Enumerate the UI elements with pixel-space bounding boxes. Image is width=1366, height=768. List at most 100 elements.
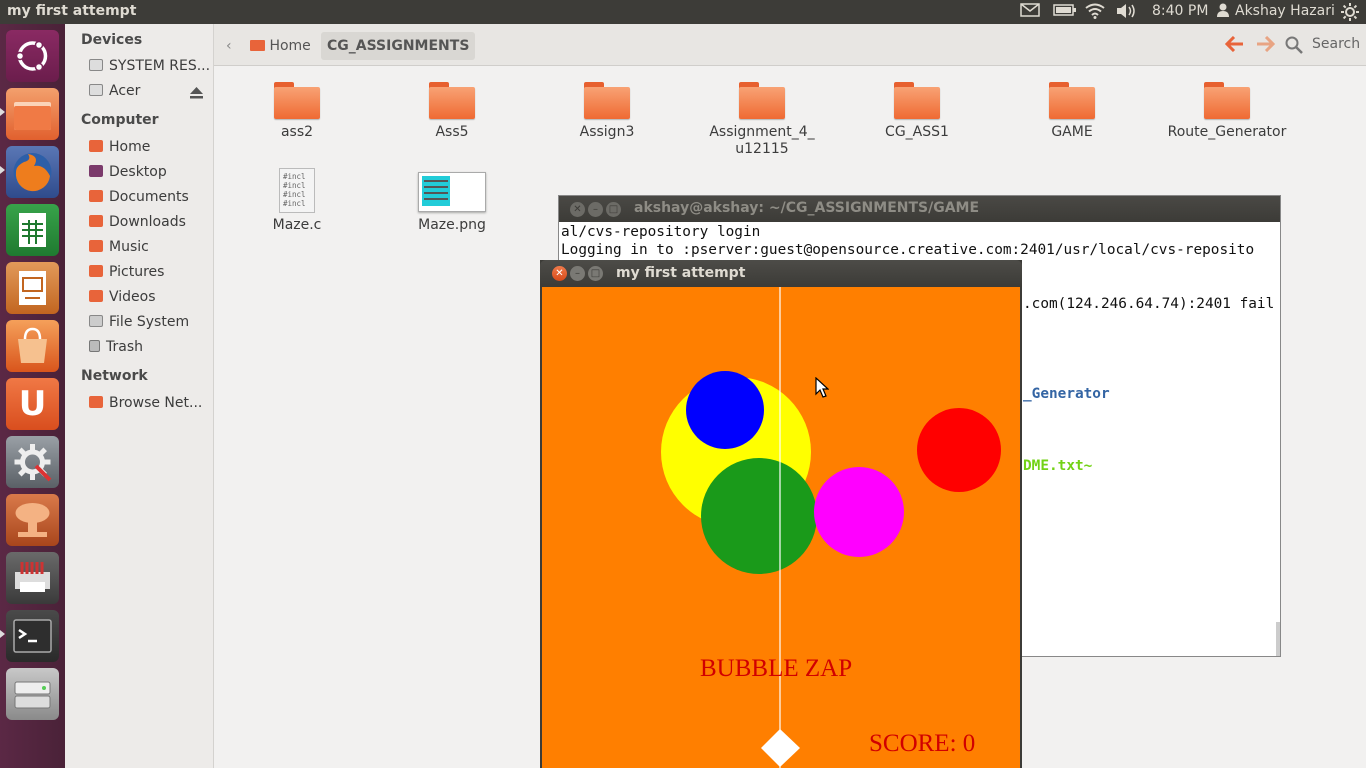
sidebar-item-browse-network[interactable]: Browse Net... xyxy=(89,395,209,415)
folder-icon xyxy=(584,82,630,119)
running-indicator xyxy=(0,108,5,116)
top-panel: my first attempt 8:40 PM Akshay Hazari xyxy=(0,0,1366,24)
crumb-cg-assignments[interactable]: CG_ASSIGNMENTS xyxy=(321,32,476,60)
drive-icon xyxy=(89,84,103,96)
volume-icon[interactable] xyxy=(1116,3,1138,23)
folder-item[interactable]: GAME xyxy=(1002,82,1142,172)
clock[interactable]: 8:40 PM xyxy=(1152,3,1208,19)
eject-icon[interactable] xyxy=(189,86,204,103)
places-sidebar: Devices SYSTEM RES... Acer Computer Home… xyxy=(65,24,214,768)
sidebar-section-network: Network xyxy=(81,368,148,384)
videos-folder-icon xyxy=(89,290,103,302)
software-center-icon[interactable] xyxy=(6,320,59,372)
sidebar-item-music[interactable]: Music xyxy=(89,239,209,259)
system-settings-icon[interactable] xyxy=(6,436,59,488)
terminal-scrollbar[interactable] xyxy=(1276,622,1280,656)
ubuntu-dash-icon[interactable] xyxy=(6,30,59,82)
game-titlebar[interactable]: ✕ – □ my first attempt xyxy=(540,260,1022,287)
mouse-pointer-icon xyxy=(815,376,830,403)
user-icon xyxy=(1217,3,1229,21)
terminal-titlebar[interactable]: ✕ – □ akshay@akshay: ~/CG_ASSIGNMENTS/GA… xyxy=(559,196,1280,222)
downloads-folder-icon xyxy=(89,215,103,227)
documents-folder-icon xyxy=(89,190,103,202)
drive-icon xyxy=(89,59,103,71)
terminal-icon[interactable] xyxy=(6,610,59,662)
folder-item[interactable]: ass2 xyxy=(227,82,367,172)
terminal-title: akshay@akshay: ~/CG_ASSIGNMENTS/GAME xyxy=(634,200,980,216)
file-preview: #incl #incl #incl #incl xyxy=(283,172,306,208)
printer-icon[interactable] xyxy=(6,552,59,604)
folder-name: CG_ASS1 xyxy=(885,124,949,140)
battery-icon[interactable] xyxy=(1053,3,1077,21)
folder-icon xyxy=(739,82,785,119)
bubble-magenta xyxy=(814,467,904,557)
folder-item[interactable]: CG_ASS1 xyxy=(847,82,987,172)
active-window-title: my first attempt xyxy=(7,3,137,19)
close-icon[interactable]: ✕ xyxy=(552,266,567,281)
file-item[interactable]: #incl #incl #incl #incl Maze.c xyxy=(227,168,367,258)
folder-name: Assignment_4_ u12115 xyxy=(709,124,815,157)
game-window[interactable]: ✕ – □ my first attempt BUBBLE ZAP SCORE:… xyxy=(540,260,1022,768)
sidebar-item-home[interactable]: Home xyxy=(89,139,209,159)
image-file-icon xyxy=(418,172,486,212)
file-item[interactable]: Maze.png xyxy=(382,168,522,258)
score-label: SCORE: 0 xyxy=(869,730,976,757)
folder-name: Ass5 xyxy=(435,124,469,140)
sidebar-item-trash[interactable]: Trash xyxy=(89,339,209,359)
sidebar-item-pictures[interactable]: Pictures xyxy=(89,264,209,284)
sidebar-item-videos[interactable]: Videos xyxy=(89,289,209,309)
minimize-icon[interactable]: – xyxy=(570,266,585,281)
search-icon[interactable] xyxy=(1285,36,1303,58)
crumb-home[interactable]: Home xyxy=(244,32,317,60)
crumb-home-label: Home xyxy=(269,38,311,54)
launcher: U xyxy=(0,24,65,768)
running-indicator xyxy=(0,166,5,174)
libreoffice-impress-icon[interactable] xyxy=(6,262,59,314)
maximize-icon[interactable]: □ xyxy=(588,266,603,281)
removable-drive-icon[interactable] xyxy=(6,668,59,720)
back-arrow-icon[interactable] xyxy=(1224,35,1245,56)
file-manager-toolbar: ‹ Home CG_ASSIGNMENTS Search xyxy=(214,24,1366,66)
mushroom-cloud-icon[interactable] xyxy=(6,494,59,546)
folder-item[interactable]: Assign3 xyxy=(537,82,677,172)
wifi-icon[interactable] xyxy=(1084,3,1106,23)
terminal-line: Logging in to :pserver:guest@opensource.… xyxy=(561,242,1255,258)
ubuntu-one-icon[interactable]: U xyxy=(6,378,59,430)
folder-item[interactable]: Route_Generator xyxy=(1157,82,1297,172)
folder-icon xyxy=(429,82,475,119)
folder-icon xyxy=(894,82,940,119)
mail-icon[interactable] xyxy=(1020,3,1040,21)
sidebar-item-downloads[interactable]: Downloads xyxy=(89,214,209,234)
network-folder-icon xyxy=(89,396,103,408)
terminal-line: .com(124.246.64.74):2401 fail xyxy=(1023,296,1275,312)
minimize-icon[interactable]: – xyxy=(588,202,603,217)
running-indicator xyxy=(0,630,5,638)
sidebar-item-file-system[interactable]: File System xyxy=(89,314,209,334)
shooter[interactable] xyxy=(761,729,800,767)
terminal-line: al/cvs-repository login xyxy=(561,224,761,240)
libreoffice-calc-icon[interactable] xyxy=(6,204,59,256)
sidebar-item-desktop[interactable]: Desktop xyxy=(89,164,209,184)
gear-icon[interactable] xyxy=(1341,3,1359,25)
desktop-icon xyxy=(89,165,103,177)
files-icon[interactable] xyxy=(6,88,59,140)
forward-arrow-icon[interactable] xyxy=(1255,35,1276,56)
folder-icon xyxy=(1204,82,1250,119)
close-icon[interactable]: ✕ xyxy=(570,202,585,217)
sidebar-item-documents[interactable]: Documents xyxy=(89,189,209,209)
user-name[interactable]: Akshay Hazari xyxy=(1235,3,1335,19)
folder-icon xyxy=(274,82,320,119)
firefox-icon[interactable] xyxy=(6,146,59,198)
file-name: Maze.c xyxy=(272,217,322,233)
search-button-label[interactable]: Search xyxy=(1312,36,1360,52)
crumb-scroll-left-icon[interactable]: ‹ xyxy=(220,32,238,60)
sidebar-item-system-reserved[interactable]: SYSTEM RES... xyxy=(89,58,209,78)
folder-item[interactable]: Assignment_4_ u12115 xyxy=(692,82,832,172)
sidebar-section-devices: Devices xyxy=(81,32,143,48)
game-canvas[interactable]: BUBBLE ZAP SCORE: 0 xyxy=(542,287,1020,768)
sidebar-item-acer[interactable]: Acer xyxy=(89,83,185,103)
folder-item[interactable]: Ass5 xyxy=(382,82,522,172)
terminal-line-directory: _Generator xyxy=(1023,386,1110,402)
maximize-icon[interactable]: □ xyxy=(606,202,621,217)
bubble-red xyxy=(917,408,1001,492)
